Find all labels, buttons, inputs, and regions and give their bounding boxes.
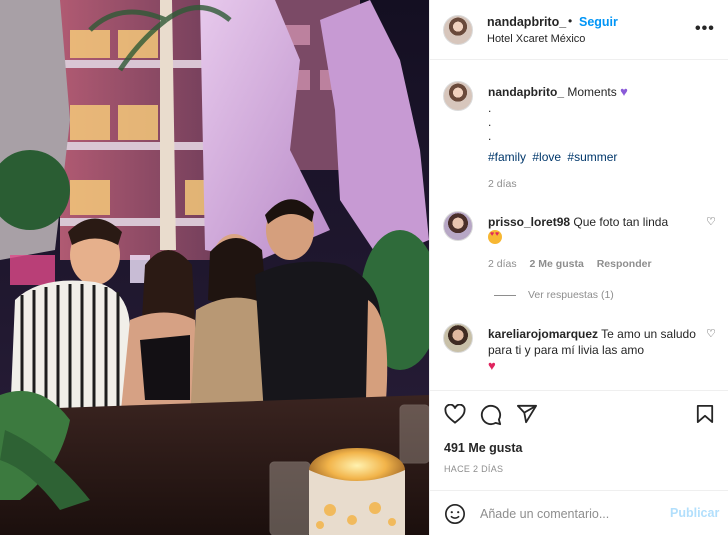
caption-username[interactable]: nandapbrito_ xyxy=(488,85,564,99)
bookmark-icon[interactable] xyxy=(696,404,714,424)
heart-icon[interactable] xyxy=(444,404,466,424)
smiley-icon[interactable] xyxy=(444,503,466,525)
replies-rule xyxy=(494,294,516,296)
share-icon[interactable] xyxy=(516,404,538,424)
comment-likes[interactable]: 2 Me gusta xyxy=(530,258,584,270)
heart-eyes-emoji-icon xyxy=(488,230,502,244)
like-count[interactable]: 491 Me gusta xyxy=(444,441,523,455)
hashtag-summer[interactable]: #summer xyxy=(567,150,617,164)
commenter-avatar[interactable] xyxy=(443,323,473,353)
post-date: HACE 2 DÍAS xyxy=(444,464,504,474)
comment-username[interactable]: kareliarojomarquez xyxy=(488,327,598,341)
purple-heart-icon: ♥ xyxy=(620,84,628,99)
view-replies-button[interactable]: Ver respuestas (1) xyxy=(494,289,614,301)
author-username[interactable]: nandapbrito_ xyxy=(487,15,566,29)
caption-text: Moments xyxy=(567,85,617,99)
caption-time: 2 días xyxy=(488,178,517,190)
reply-button[interactable]: Responder xyxy=(597,258,652,270)
comment-like-heart-icon[interactable]: ♡ xyxy=(706,327,716,340)
red-heart-icon: ♥ xyxy=(488,358,496,373)
caption-dots: . . . xyxy=(488,101,492,143)
follow-button[interactable]: Seguir xyxy=(579,15,618,29)
more-icon[interactable]: ••• xyxy=(695,20,715,38)
comment-meta: 2 días 2 Me gusta Responder xyxy=(488,258,662,270)
caption-avatar[interactable] xyxy=(443,81,473,111)
post-header: nandapbrito_ • Seguir Hotel Xcaret Méxic… xyxy=(430,0,728,60)
comment-time: 2 días xyxy=(488,258,517,270)
comment-icon[interactable] xyxy=(480,404,502,426)
photo-illustration xyxy=(0,0,429,535)
comment-like-heart-icon[interactable]: ♡ xyxy=(706,215,716,228)
post-details-panel: nandapbrito_ • Seguir Hotel Xcaret Méxic… xyxy=(429,0,728,535)
post-location[interactable]: Hotel Xcaret México xyxy=(487,33,585,45)
commenter-avatar[interactable] xyxy=(443,211,473,241)
hashtag-family[interactable]: #family xyxy=(488,150,526,164)
comment-username[interactable]: prisso_loret98 xyxy=(488,215,570,229)
caption-hashtags: #family #love #summer xyxy=(488,150,620,164)
comment-text: Que foto tan linda xyxy=(573,215,669,229)
post-photo[interactable] xyxy=(0,0,429,535)
add-comment-bar: Publicar xyxy=(430,490,728,535)
separator-dot: • xyxy=(568,14,573,28)
post-actions: 491 Me gusta HACE 2 DÍAS xyxy=(430,390,728,490)
author-avatar[interactable] xyxy=(443,15,473,45)
post-comment-button[interactable]: Publicar xyxy=(670,506,719,520)
hashtag-love[interactable]: #love xyxy=(532,150,561,164)
comments-list[interactable]: nandapbrito_ Moments ♥ . . . #family #lo… xyxy=(430,61,728,389)
comment-input[interactable] xyxy=(480,505,660,523)
